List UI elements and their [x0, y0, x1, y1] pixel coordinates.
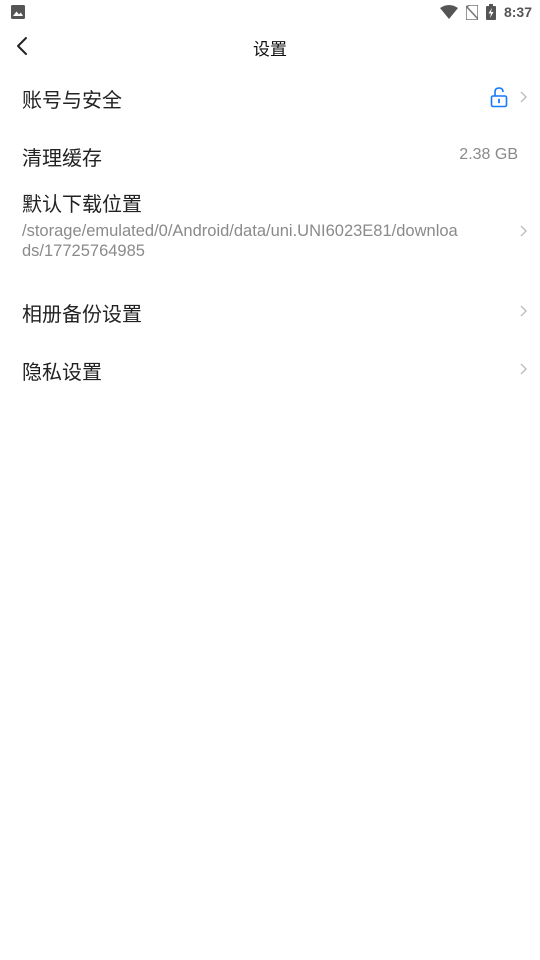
settings-item-account-security[interactable]: 账号与安全 — [0, 68, 540, 126]
settings-item-clear-cache[interactable]: 清理缓存 2.38 GB — [0, 126, 540, 184]
settings-item-label: 相册备份设置 — [22, 302, 142, 326]
download-path-value: /storage/emulated/0/Android/data/uni.UNI… — [22, 222, 458, 260]
battery-charging-icon — [485, 4, 496, 20]
settings-item-label: 隐私设置 — [22, 360, 102, 384]
settings-item-label: 账号与安全 — [22, 88, 122, 112]
top-app-bar: 设置 — [0, 24, 540, 68]
settings-item-privacy[interactable]: 隐私设置 — [0, 340, 540, 398]
chevron-right-icon — [520, 305, 527, 317]
settings-item-label: 默认下载位置 — [22, 192, 142, 216]
lock-icon — [490, 87, 508, 108]
image-notification-icon — [11, 5, 25, 19]
settings-item-label: 清理缓存 — [22, 146, 102, 170]
chevron-right-icon — [520, 363, 527, 375]
settings-list: 账号与安全 清理缓存 2.38 GB 默认下载位置 /storage/emula… — [0, 68, 540, 398]
chevron-right-icon — [520, 91, 527, 103]
chevron-right-icon — [520, 225, 527, 237]
status-bar: 8:37 — [0, 0, 540, 24]
wifi-icon — [439, 5, 458, 19]
status-time: 8:37 — [503, 4, 532, 20]
settings-item-album-backup[interactable]: 相册备份设置 — [0, 282, 540, 340]
cache-size-value: 2.38 GB — [459, 146, 518, 163]
settings-item-download-location[interactable]: 默认下载位置 /storage/emulated/0/Android/data/… — [0, 184, 540, 282]
status-icons: 8:37 — [439, 3, 532, 21]
page-title: 设置 — [253, 40, 287, 60]
no-sim-icon — [465, 4, 478, 20]
